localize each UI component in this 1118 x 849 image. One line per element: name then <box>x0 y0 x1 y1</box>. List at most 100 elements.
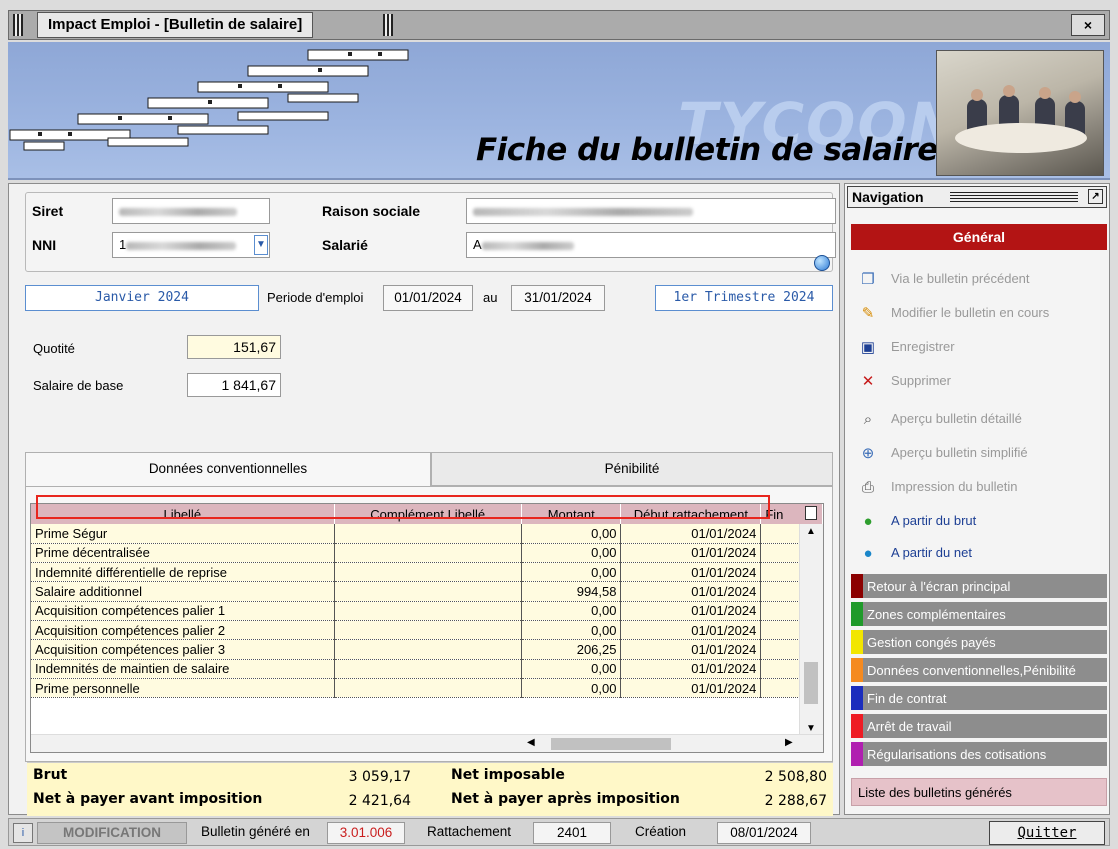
table-row[interactable]: Indemnités de maintien de salaire 0,00 01/… <box>31 659 823 679</box>
cell-debut[interactable]: 01/01/2024 <box>620 678 762 699</box>
nav-item-7[interactable]: ⎙ Impression du bulletin <box>859 476 1017 498</box>
quit-button[interactable]: Quitter <box>989 821 1105 845</box>
primes-grid[interactable]: Libellé Complément Libellé Montant Début… <box>30 503 824 753</box>
quotite-field[interactable]: 151,67 <box>187 335 281 359</box>
period-start-field[interactable]: 01/01/2024 <box>383 285 473 311</box>
period-end-field[interactable]: 31/01/2024 <box>511 285 605 311</box>
refresh-icon[interactable] <box>814 255 830 271</box>
cell-montant[interactable]: 0,00 <box>521 524 622 544</box>
horizontal-scrollbar[interactable]: ◀ ▶ <box>31 734 823 752</box>
cell-montant[interactable]: 0,00 <box>521 601 622 621</box>
nni-prefix: 1 <box>119 237 127 252</box>
cell-montant[interactable]: 0,00 <box>521 678 622 699</box>
scroll-up-icon[interactable]: ▲ <box>806 526 816 537</box>
cell-libelle[interactable]: Prime Ségur <box>31 524 335 544</box>
nav-button-6[interactable]: Arrêt de travail <box>851 714 1107 740</box>
cell-debut[interactable]: 01/01/2024 <box>620 562 762 583</box>
nav-button-2[interactable]: Zones complémentaires <box>851 602 1107 628</box>
table-row[interactable]: Indemnité différentielle de reprise 0,00 0… <box>31 562 823 583</box>
cell-libelle[interactable]: Acquisition compétences palier 3 <box>31 639 335 660</box>
nav-item-3[interactable]: ▣ Enregistrer <box>859 336 955 358</box>
genere-label: Bulletin généré en <box>201 824 310 839</box>
cell-montant[interactable]: 994,58 <box>521 581 622 602</box>
nav-item-6[interactable]: ⊕ Aperçu bulletin simplifié <box>859 442 1028 464</box>
scroll-down-icon[interactable]: ▼ <box>806 723 816 734</box>
col-complement[interactable]: Complément Libellé <box>334 504 522 524</box>
nav-button-7[interactable]: Régularisations des cotisations <box>851 742 1107 768</box>
nav-item-8[interactable]: ● A partir du brut <box>859 510 976 532</box>
nav-button-4[interactable]: Données conventionnelles,Pénibilité <box>851 658 1107 684</box>
scroll-left-icon[interactable]: ◀ <box>527 737 535 748</box>
nav-item-4[interactable]: ✕ Supprimer <box>859 370 951 392</box>
salaire-base-field[interactable]: 1 841,67 <box>187 373 281 397</box>
cell-complement[interactable] <box>334 581 522 602</box>
cell-debut[interactable]: 01/01/2024 <box>620 581 762 602</box>
tab-donnees-conventionnelles[interactable]: Données conventionnelles <box>25 452 431 488</box>
cell-libelle[interactable]: Indemnité différentielle de reprise <box>31 562 335 583</box>
col-montant[interactable]: Montant <box>521 504 622 524</box>
cell-complement[interactable] <box>334 601 522 621</box>
nav-item-2[interactable]: ✎ Modifier le bulletin en cours <box>859 302 1050 324</box>
table-row[interactable]: Prime décentralisée 0,00 01/01/2024 <box>31 543 823 564</box>
cell-debut[interactable]: 01/01/2024 <box>620 659 762 679</box>
cell-debut[interactable]: 01/01/2024 <box>620 639 762 660</box>
cell-complement[interactable] <box>334 620 522 641</box>
col-debut[interactable]: Début rattachement <box>620 504 762 524</box>
siret-field[interactable] <box>112 198 270 224</box>
brut-label: Brut <box>33 767 68 783</box>
table-row[interactable]: Acquisition compétences palier 1 0,00 01/0… <box>31 601 823 621</box>
nav-button-5[interactable]: Fin de contrat <box>851 686 1107 712</box>
col-libelle[interactable]: Libellé <box>31 504 335 524</box>
cell-libelle[interactable]: Prime décentralisée <box>31 543 335 564</box>
cell-libelle[interactable]: Acquisition compétences palier 2 <box>31 620 335 641</box>
nav-button-3[interactable]: Gestion congés payés <box>851 630 1107 656</box>
nav-item-1[interactable]: ❐ Via le bulletin précédent <box>859 268 1029 290</box>
nav-item-5[interactable]: ⌕ Aperçu bulletin détaillé <box>859 408 1022 430</box>
expand-icon[interactable]: ↗ <box>1088 189 1103 204</box>
table-row[interactable]: Prime Ségur 0,00 01/01/2024 <box>31 524 823 544</box>
cell-complement[interactable] <box>334 562 522 583</box>
cell-montant[interactable]: 0,00 <box>521 543 622 564</box>
cell-complement[interactable] <box>334 639 522 660</box>
cell-montant[interactable]: 206,25 <box>521 639 622 660</box>
cell-complement[interactable] <box>334 543 522 564</box>
cell-debut[interactable]: 01/01/2024 <box>620 620 762 641</box>
cell-libelle[interactable]: Salaire additionnel <box>31 581 335 602</box>
table-row[interactable]: Acquisition compétences palier 2 0,00 01/0… <box>31 620 823 641</box>
column-chooser-icon[interactable] <box>805 506 817 520</box>
nni-field[interactable]: 1 <box>112 232 270 258</box>
table-row[interactable]: Acquisition compétences palier 3 206,25 01… <box>31 639 823 660</box>
cell-complement[interactable] <box>334 524 522 544</box>
section-general[interactable]: Général <box>851 224 1107 250</box>
nni-dropdown-chevron-icon[interactable]: ▼ <box>254 235 268 255</box>
info-icon[interactable]: i <box>13 823 33 843</box>
cell-libelle[interactable]: Prime personnelle <box>31 678 335 699</box>
cell-montant[interactable]: 0,00 <box>521 659 622 679</box>
vertical-scroll-thumb[interactable] <box>804 662 818 704</box>
pixel-pattern-decoration <box>9 49 409 151</box>
vertical-scrollbar[interactable]: ▲ ▼ <box>799 524 823 736</box>
cell-debut[interactable]: 01/01/2024 <box>620 524 762 544</box>
cell-libelle[interactable]: Indemnités de maintien de salaire <box>31 659 335 679</box>
cell-complement[interactable] <box>334 659 522 679</box>
cell-debut[interactable]: 01/01/2024 <box>620 601 762 621</box>
cell-montant[interactable]: 0,00 <box>521 620 622 641</box>
raison-sociale-field[interactable] <box>466 198 836 224</box>
cell-libelle[interactable]: Acquisition compétences palier 1 <box>31 601 335 621</box>
cell-complement[interactable] <box>334 678 522 699</box>
salarie-field[interactable]: A <box>466 232 836 258</box>
table-row[interactable]: Prime personnelle 0,00 01/01/2024 <box>31 678 823 699</box>
nav-item-9[interactable]: ● A partir du net <box>859 542 971 564</box>
tab-penibilite[interactable]: Pénibilité <box>431 452 833 486</box>
color-swatch <box>851 602 863 626</box>
close-button[interactable]: × <box>1071 14 1105 36</box>
table-row[interactable]: Salaire additionnel 994,58 01/01/2024 <box>31 581 823 602</box>
nav-item-label: Aperçu bulletin détaillé <box>891 411 1022 426</box>
creation-label: Création <box>635 824 687 839</box>
nav-button-1[interactable]: Retour à l'écran principal <box>851 574 1107 600</box>
scroll-right-icon[interactable]: ▶ <box>785 737 793 748</box>
cell-debut[interactable]: 01/01/2024 <box>620 543 762 564</box>
cell-montant[interactable]: 0,00 <box>521 562 622 583</box>
liste-bulletins-button[interactable]: Liste des bulletins générés <box>851 778 1107 806</box>
horizontal-scroll-thumb[interactable] <box>551 738 671 750</box>
